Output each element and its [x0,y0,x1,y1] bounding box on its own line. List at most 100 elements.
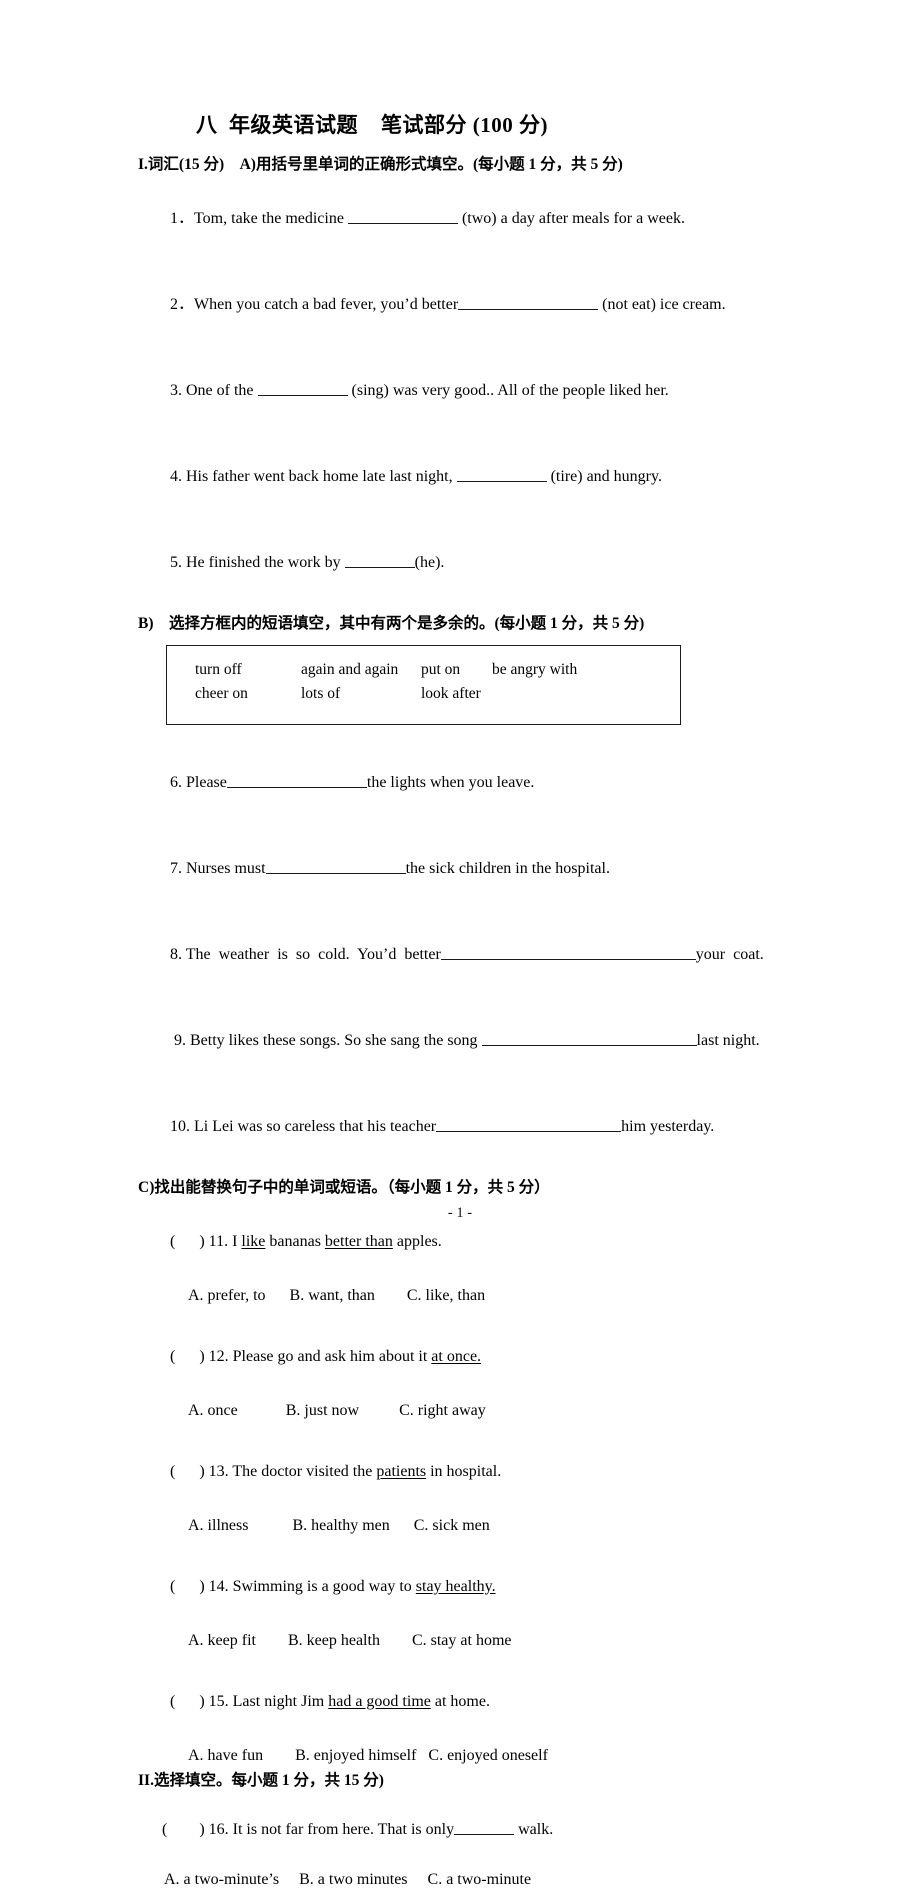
question-1-blank[interactable] [347,208,458,224]
question-9: 9. Betty likes these songs. So she sang … [138,1005,778,1077]
question-15-num: 15. [208,1692,233,1710]
stem-part: bananas [265,1232,325,1250]
word-box-item[interactable]: lots of [301,682,340,706]
section-I-questions: 1．Tom, take the medicine (two) a day aft… [138,183,778,599]
word-box-item[interactable]: cheer on [195,682,248,706]
question-11-stem: I like bananas better than apples. [232,1233,442,1250]
question-9-post: last night. [696,1032,760,1050]
stem-part: The doctor visited the [232,1462,377,1480]
section-B-heading: B) 选择方框内的短语填空，其中有两个是多余的。(每小题 1 分，共 5 分) [138,614,645,632]
question-16-pre: It is not far from here. That is only [232,1821,455,1839]
question-9-num: 9. [170,1032,190,1050]
question-4-num: 4. [170,467,186,485]
question-1-num: 1． [170,209,195,227]
page-number-footer: - 1 - [447,1205,473,1221]
question-8-pre: The weather is so cold. You’d better [185,946,441,964]
stem-part-underlined: patients [376,1462,427,1480]
question-1-post: (two) a day after meals for a week. [457,209,685,227]
question-3-pre: One of the [186,381,258,399]
stem-part: at home. [430,1692,490,1710]
question-5-pre: He finished the work by [186,553,345,571]
question-9-blank[interactable] [481,1030,697,1047]
answer-bracket-11[interactable]: ( ) [170,1233,209,1250]
question-12-stem: Please go and ask him about it at once. [233,1348,481,1365]
page-content: 八 年级英语试题 笔试部分 (100 分) I.词汇(15 分) A)用括号里单… [138,112,778,1892]
question-5-num: 5. [170,553,186,571]
question-8-blank[interactable] [440,944,696,961]
answer-bracket-12[interactable]: ( ) [170,1348,209,1365]
question-3-num: 3. [170,381,186,399]
answer-bracket-13[interactable]: ( ) [170,1463,209,1480]
question-5: 5. He finished the work by (he). [138,527,778,599]
stem-part-underlined: like [241,1232,266,1250]
stem-part: Please go and ask him about it [232,1347,432,1365]
question-14-options[interactable]: A. keep fit B. keep health C. stay at ho… [138,1629,778,1653]
section-B-questions: 6. Please the lights when you leave. 7. N… [138,747,778,1163]
exam-page: 八 年级英语试题 笔试部分 (100 分) I.词汇(15 分) A)用括号里单… [0,0,920,1888]
stem-part-underlined: at once. [431,1347,482,1365]
question-3: 3. One of the (sing) was very good.. All… [138,355,778,427]
question-8: 8. The weather is so cold. You’d better y… [138,919,778,991]
question-3-blank[interactable] [257,380,348,396]
question-13-options[interactable]: A. illness B. healthy men C. sick men [138,1514,778,1538]
question-1-pre: Tom, take the medicine [194,209,348,227]
question-9-pre: Betty likes these songs. So she sang the… [190,1032,482,1050]
question-12-num: 12. [208,1347,233,1365]
question-2-pre: When you catch a bad fever, you’d better [194,295,459,313]
word-box-item[interactable]: be angry with [492,658,577,682]
question-14-num: 14. [208,1577,233,1595]
question-6-num: 6. [170,774,186,792]
word-box-item[interactable]: turn off [195,658,242,682]
stem-part-underlined: better than [324,1232,393,1250]
section-C-questions: ( ) 11. I like bananas better than apple… [138,1206,778,1768]
question-7-num: 7. [170,860,186,878]
question-15-stem: Last night Jim had a good time at home. [233,1693,490,1710]
question-10-post: him yesterday. [621,1118,715,1136]
question-6-pre: Please [186,774,227,792]
question-2-num: 2． [170,295,195,313]
stem-part: I [232,1232,242,1250]
section-C-heading: C)找出能替换句子中的单词或短语。（每小题 1 分，共 5 分） [138,1179,550,1197]
question-2-blank[interactable] [458,294,599,310]
question-8-post: your coat. [695,946,764,964]
question-13: ( ) 13. The doctor visited the patients … [138,1436,778,1508]
answer-bracket-14[interactable]: ( ) [170,1578,209,1595]
question-4-pre: His father went back home late last nigh… [186,467,457,485]
question-16-blank[interactable] [454,1819,515,1836]
stem-part: apples. [392,1232,442,1250]
stem-part: Swimming is a good way to [232,1577,416,1595]
question-10-blank[interactable] [436,1116,622,1133]
question-7-pre: Nurses must [186,860,266,878]
question-12: ( ) 12. Please go and ask him about it a… [138,1321,778,1393]
answer-bracket-15[interactable]: ( ) [170,1693,209,1710]
question-4: 4. His father went back home late last n… [138,441,778,513]
page-title: 八 年级英语试题 笔试部分 (100 分) [196,113,548,137]
word-box-row-2: cheer on lots of look after [167,682,680,706]
answer-bracket-16[interactable]: ( ) [162,1821,209,1838]
phrase-word-box: turn off again and again put on be angry… [166,645,681,726]
question-13-num: 13. [208,1462,233,1480]
question-16-post: walk. [514,1821,554,1839]
question-6-blank[interactable] [226,772,367,789]
question-7-blank[interactable] [265,858,406,875]
question-11-options[interactable]: A. prefer, to B. want, than C. like, tha… [138,1284,778,1308]
question-12-options[interactable]: A. once B. just now C. right away [138,1399,778,1423]
question-4-post: (tire) and hungry. [546,467,662,485]
stem-part: Last night Jim [232,1692,329,1710]
question-7-post: the sick children in the hospital. [405,860,610,878]
question-8-num: 8. [170,946,186,964]
question-4-blank[interactable] [456,466,547,482]
word-box-item[interactable]: again and again [301,658,398,682]
question-11-num: 11. [208,1232,233,1250]
word-box-row-1: turn off again and again put on be angry… [167,658,680,682]
question-2-post: (not eat) ice cream. [598,295,726,313]
question-5-post: (he). [414,553,445,571]
word-box-item[interactable]: look after [421,682,481,706]
question-15-options[interactable]: A. have fun B. enjoyed himself C. enjoye… [138,1744,778,1768]
question-5-blank[interactable] [344,552,415,568]
question-10-num: 10. [170,1118,194,1136]
question-10-pre: Li Lei was so careless that his teacher [194,1118,437,1136]
question-16-options[interactable]: A. a two-minute’s B. a two minutes C. a … [138,1868,778,1892]
word-box-item[interactable]: put on [421,658,460,682]
question-2: 2．When you catch a bad fever, you’d bett… [138,269,778,341]
